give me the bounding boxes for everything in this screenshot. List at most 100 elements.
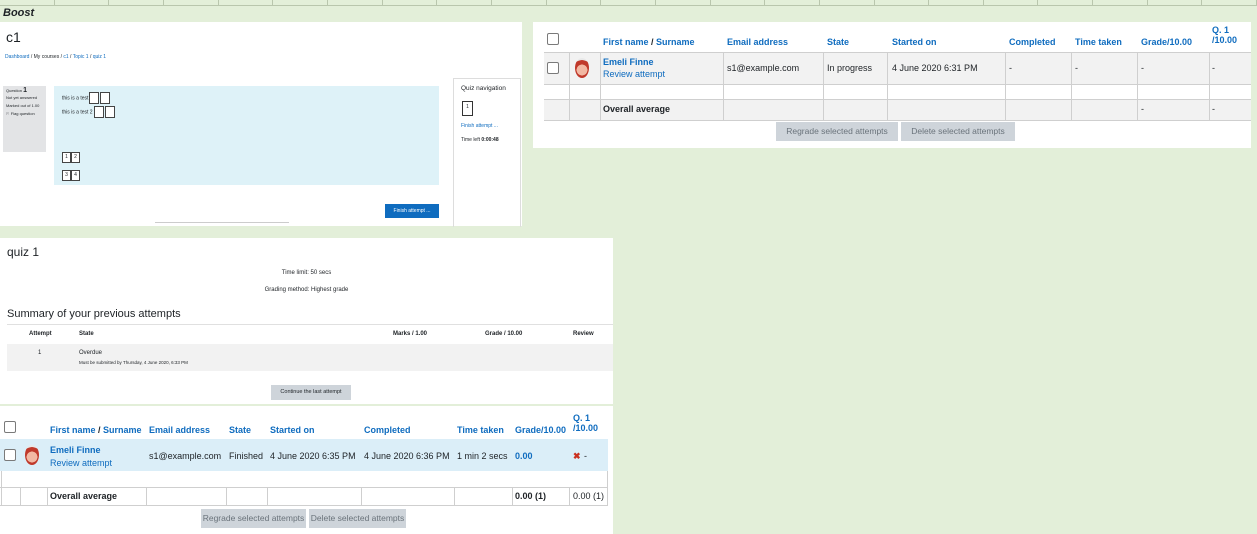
col-line bbox=[47, 488, 48, 505]
col-attempt: Attempt bbox=[29, 331, 52, 337]
drop-box[interactable] bbox=[89, 92, 100, 104]
col-line bbox=[823, 53, 824, 120]
header-state[interactable]: State bbox=[827, 37, 849, 47]
col-line bbox=[887, 53, 888, 120]
user-name-link[interactable]: Emeli Finne bbox=[603, 57, 654, 67]
user-name-link[interactable]: Emeli Finne bbox=[50, 445, 101, 455]
delete-selected-button[interactable]: Delete selected attempts bbox=[901, 122, 1015, 141]
drag-tile[interactable]: 4 bbox=[71, 170, 80, 181]
sort-surname[interactable]: Surname bbox=[656, 37, 695, 47]
nav-finish-link[interactable]: Finish attempt ... bbox=[461, 123, 498, 129]
header-completed[interactable]: Completed bbox=[364, 425, 411, 435]
row-started: 4 June 2020 6:31 PM bbox=[892, 63, 978, 73]
row-grade-link[interactable]: 0.00 bbox=[515, 451, 533, 461]
quiz-navigation-title: Quiz navigation bbox=[461, 85, 506, 92]
drop-box[interactable] bbox=[93, 106, 104, 118]
question-status: Not yet answered bbox=[6, 95, 38, 100]
col-line bbox=[1005, 53, 1006, 120]
review-attempt-link[interactable]: Review attempt bbox=[603, 69, 665, 79]
col-line bbox=[600, 53, 601, 120]
row-separator bbox=[0, 487, 608, 488]
row-checkbox[interactable] bbox=[547, 62, 559, 74]
theme-label: Boost bbox=[3, 7, 35, 19]
finish-attempt-button[interactable]: Finish attempt ... bbox=[385, 204, 439, 218]
attempts-report-bottom: First name / Surname Email address State… bbox=[0, 406, 613, 534]
sort-surname[interactable]: Surname bbox=[103, 425, 142, 435]
question-line-1: this is a test bbox=[62, 92, 111, 104]
row-separator bbox=[544, 84, 1251, 85]
header-state[interactable]: State bbox=[229, 425, 251, 435]
row-q1: - bbox=[1212, 63, 1215, 73]
drag-tile[interactable]: 3 bbox=[62, 170, 71, 181]
col-review: Review bbox=[573, 331, 594, 337]
drag-tile[interactable]: 1 bbox=[62, 152, 71, 163]
summary-title: Summary of your previous attempts bbox=[7, 308, 181, 320]
divider bbox=[155, 222, 289, 223]
regrade-selected-button[interactable]: Regrade selected attempts bbox=[776, 122, 898, 141]
sort-first-name[interactable]: First name bbox=[50, 425, 96, 435]
breadcrumb-quiz[interactable]: quiz 1 bbox=[93, 54, 106, 60]
breadcrumb-course[interactable]: c1 bbox=[63, 54, 68, 60]
col-line bbox=[569, 53, 570, 120]
col-state: State bbox=[79, 331, 94, 337]
continue-attempt-button[interactable]: Continue the last attempt bbox=[271, 385, 351, 400]
question-number: 1 bbox=[23, 87, 28, 94]
col-line bbox=[267, 488, 268, 505]
row-grade: - bbox=[1141, 63, 1144, 73]
drop-box[interactable] bbox=[104, 106, 115, 118]
header-email[interactable]: Email address bbox=[149, 425, 210, 435]
select-all-checkbox[interactable] bbox=[547, 33, 559, 45]
review-attempt-link[interactable]: Review attempt bbox=[50, 458, 112, 468]
attempts-report-top: First name / Surname Email address State… bbox=[533, 22, 1251, 148]
header-time-taken[interactable]: Time taken bbox=[1075, 37, 1122, 47]
time-limit: Time limit: 50 secs bbox=[281, 270, 332, 276]
header-name: First name / Surname bbox=[50, 425, 142, 435]
col-line bbox=[20, 488, 21, 505]
header-q1[interactable]: Q. 1/10.00 bbox=[1212, 25, 1237, 45]
header-email[interactable]: Email address bbox=[727, 37, 788, 47]
row-state: Finished bbox=[229, 451, 264, 461]
breadcrumb-dashboard[interactable]: Dashboard bbox=[5, 54, 29, 60]
row-email: s1@example.com bbox=[727, 63, 800, 73]
question-info: Question 1 Not yet answered Marked out o… bbox=[3, 86, 46, 152]
quiz-attempt-panel: c1 Dashboard / My courses / c1 / Topic 1… bbox=[0, 22, 522, 227]
header-grade[interactable]: Grade/10.00 bbox=[1141, 37, 1192, 47]
header-name: First name / Surname bbox=[603, 37, 695, 47]
divider bbox=[7, 324, 613, 325]
breadcrumb-my-courses[interactable]: My courses bbox=[34, 54, 60, 60]
top-column-strip bbox=[0, 0, 1257, 6]
header-completed[interactable]: Completed bbox=[1009, 37, 1056, 47]
delete-selected-button[interactable]: Delete selected attempts bbox=[309, 509, 406, 528]
col-line bbox=[1209, 53, 1210, 120]
flag-icon: ⚐ bbox=[6, 111, 10, 116]
col-line bbox=[361, 488, 362, 505]
nav-question-button[interactable]: 1 bbox=[462, 101, 473, 116]
col-line bbox=[1137, 53, 1138, 120]
header-started[interactable]: Started on bbox=[270, 425, 315, 435]
row-email: s1@example.com bbox=[149, 451, 222, 461]
regrade-selected-button[interactable]: Regrade selected attempts bbox=[201, 509, 306, 528]
header-grade[interactable]: Grade/10.00 bbox=[515, 425, 566, 435]
question-line-2: this is a test 2 bbox=[62, 106, 115, 118]
quiz-navigation-block: Quiz navigation 1 Finish attempt ... Tim… bbox=[453, 78, 521, 227]
header-started[interactable]: Started on bbox=[892, 37, 937, 47]
col-line bbox=[569, 488, 570, 505]
drop-box[interactable] bbox=[100, 92, 111, 104]
row-state: Overdue bbox=[79, 350, 103, 356]
average-q1: - bbox=[1212, 104, 1215, 114]
drag-tile[interactable]: 2 bbox=[71, 152, 80, 163]
select-all-checkbox[interactable] bbox=[4, 421, 16, 433]
incorrect-icon: ✖ bbox=[573, 451, 581, 461]
sort-first-name[interactable]: First name bbox=[603, 37, 649, 47]
col-grade: Grade / 10.00 bbox=[485, 331, 523, 337]
course-title: c1 bbox=[6, 29, 21, 45]
quiz-summary-panel: quiz 1 Time limit: 50 secs Grading metho… bbox=[0, 238, 613, 404]
avatar bbox=[575, 58, 589, 78]
row-time-taken: 1 min 2 secs bbox=[457, 451, 508, 461]
row-checkbox[interactable] bbox=[4, 449, 16, 461]
flag-question[interactable]: ⚐ Flag question bbox=[6, 111, 43, 116]
row-separator bbox=[544, 120, 1251, 121]
breadcrumb-topic[interactable]: Topic 1 bbox=[73, 54, 89, 60]
header-time-taken[interactable]: Time taken bbox=[457, 425, 504, 435]
header-q1[interactable]: Q. 1/10.00 bbox=[573, 413, 598, 433]
